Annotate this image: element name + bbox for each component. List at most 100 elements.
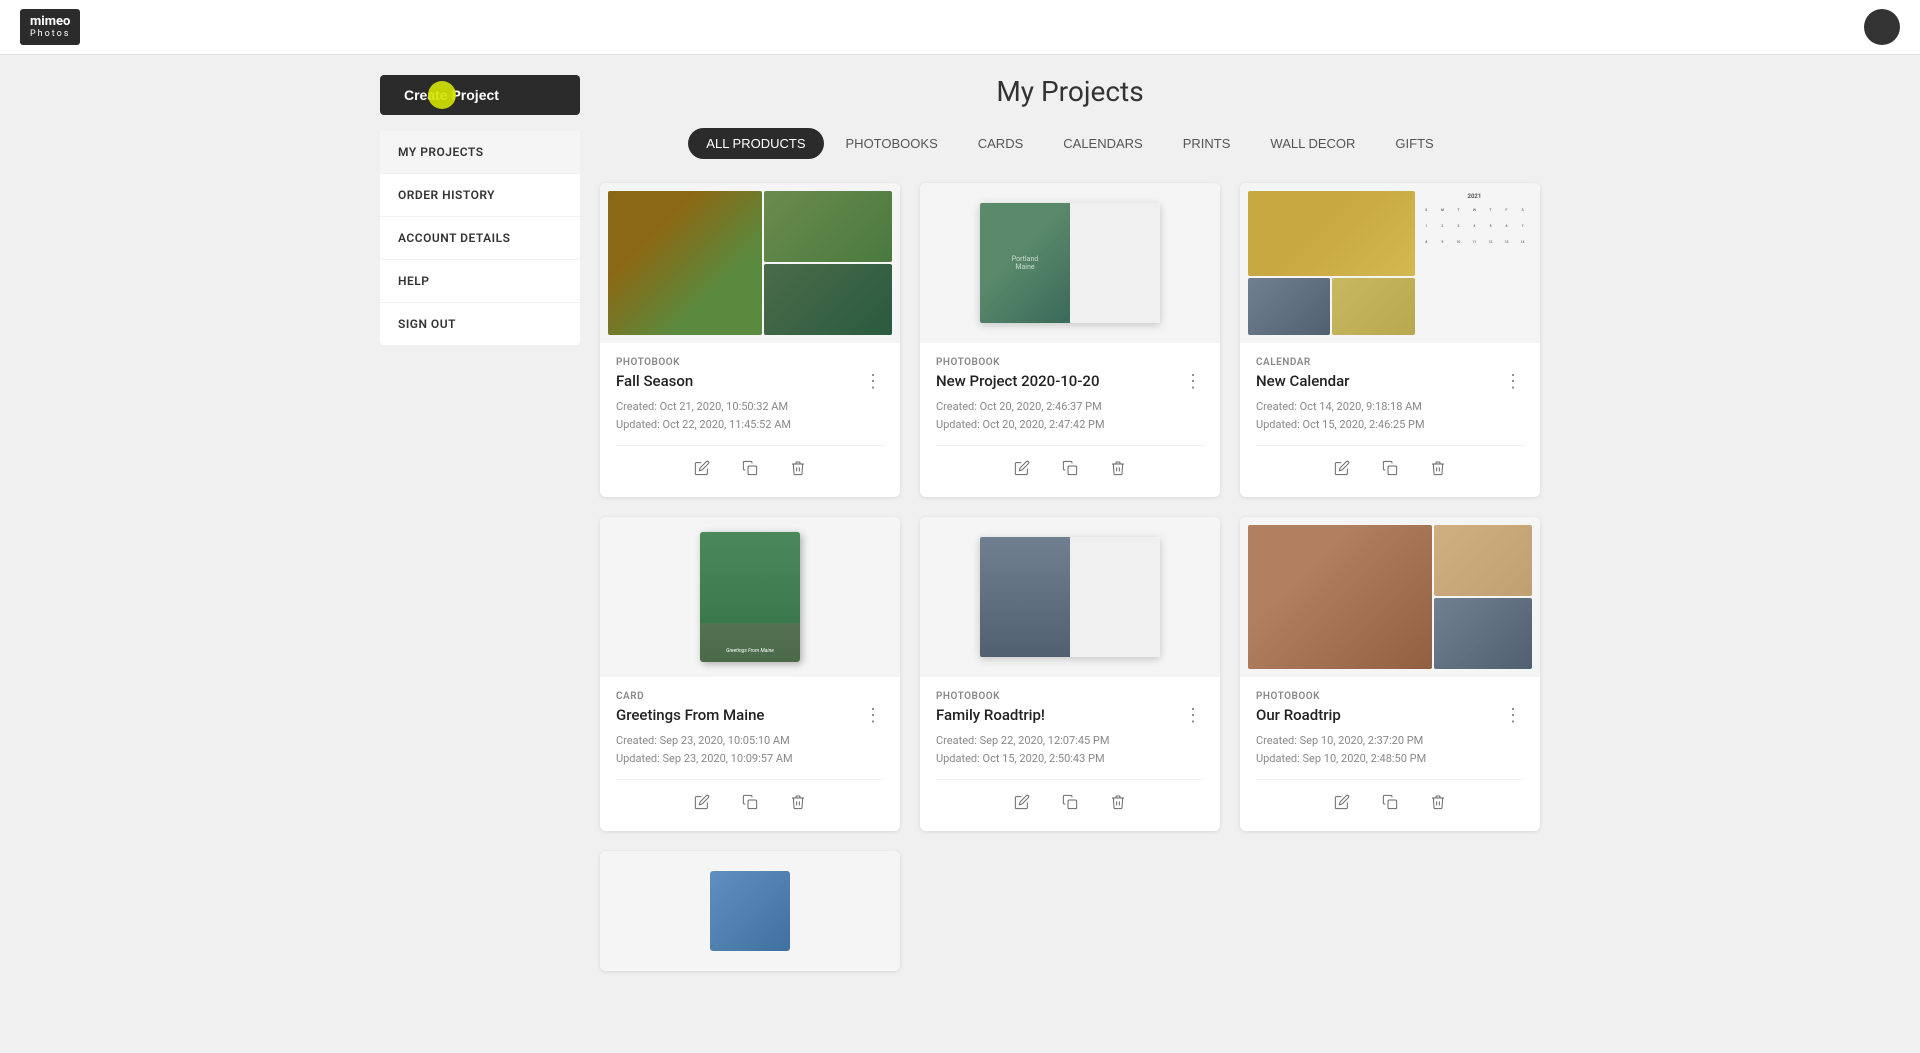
edit-button-fall[interactable] <box>690 456 714 483</box>
logo[interactable]: mimeo Photos <box>20 9 80 45</box>
project-dates-family-roadtrip: Created: Sep 22, 2020, 12:07:45 PM Updat… <box>936 732 1204 767</box>
copy-button-cal[interactable] <box>1378 456 1402 483</box>
projects-grid: PHOTOBOOK Fall Season ⋮ Created: Oct 21,… <box>600 183 1540 831</box>
delete-button-greeting[interactable] <box>786 790 810 817</box>
project-dates-new: Created: Oct 20, 2020, 2:46:37 PM Update… <box>936 398 1204 433</box>
calendar-photo-bottom-right <box>1332 278 1414 335</box>
sidebar-item-my-projects[interactable]: MY PROJECTS <box>380 131 580 174</box>
avatar[interactable] <box>1864 9 1900 45</box>
copy-button-family-roadtrip[interactable] <box>1058 790 1082 817</box>
project-name-cal: New Calendar <box>1256 372 1349 390</box>
calendar-image: 2021 S M T W T F S 1 2 3 <box>1240 183 1540 343</box>
tab-prints[interactable]: PRINTS <box>1165 128 1249 159</box>
card-meta-calendar: CALENDAR New Calendar ⋮ Created: Oct 14,… <box>1240 343 1540 497</box>
copy-button-new[interactable] <box>1058 456 1082 483</box>
card-image-our-roadtrip[interactable] <box>1240 517 1540 677</box>
edit-button-greeting[interactable] <box>690 790 714 817</box>
photobook-grid-fall <box>600 183 900 343</box>
updated-date-cal: Updated: Oct 15, 2020, 2:46:25 PM <box>1256 416 1524 434</box>
card-image-new-project[interactable]: PortlandMaine <box>920 183 1220 343</box>
updated-date-family-roadtrip: Updated: Oct 15, 2020, 2:50:43 PM <box>936 750 1204 768</box>
copy-button-greeting[interactable] <box>738 790 762 817</box>
book-label: PortlandMaine <box>1008 251 1043 275</box>
delete-button-family-roadtrip[interactable] <box>1106 790 1130 817</box>
card-image-family-roadtrip[interactable] <box>920 517 1220 677</box>
tab-cards[interactable]: CARDS <box>960 128 1042 159</box>
project-card-fall-season: PHOTOBOOK Fall Season ⋮ Created: Oct 21,… <box>600 183 900 497</box>
cal-cell-f: F <box>1499 202 1514 217</box>
greeting-card-display: Greetings From Maine <box>600 517 900 677</box>
our-roadtrip-main-image <box>1248 525 1432 669</box>
project-type-family-roadtrip: PHOTOBOOK <box>936 691 1204 702</box>
tab-gifts[interactable]: GIFTS <box>1377 128 1451 159</box>
copy-button-our-roadtrip[interactable] <box>1378 790 1402 817</box>
project-dates-greeting: Created: Sep 23, 2020, 10:05:10 AM Updat… <box>616 732 884 767</box>
project-card-new-calendar: 2021 S M T W T F S 1 2 3 <box>1240 183 1540 497</box>
created-date-greeting: Created: Sep 23, 2020, 10:05:10 AM <box>616 732 884 750</box>
more-options-fall[interactable]: ⋮ <box>862 372 884 390</box>
calendar-main-photo <box>1248 191 1415 276</box>
updated-date-new: Updated: Oct 20, 2020, 2:47:42 PM <box>936 416 1204 434</box>
road-book-display <box>920 517 1220 677</box>
card-name-row-new: New Project 2020-10-20 ⋮ <box>936 372 1204 390</box>
updated-date-greeting: Updated: Sep 23, 2020, 10:09:57 AM <box>616 750 884 768</box>
sidebar-item-sign-out[interactable]: SIGN OUT <box>380 303 580 345</box>
edit-button-new[interactable] <box>1010 456 1034 483</box>
sidebar-item-order-history[interactable]: ORDER HISTORY <box>380 174 580 217</box>
card-meta-greetings: CARD Greetings From Maine ⋮ Created: Sep… <box>600 677 900 831</box>
sidebar-item-account-details[interactable]: ACCOUNT DETAILS <box>380 217 580 260</box>
product-tabs: ALL PRODUCTS PHOTOBOOKS CARDS CALENDARS … <box>600 128 1540 159</box>
delete-button-fall[interactable] <box>786 456 810 483</box>
create-project-button[interactable]: Create Project <box>380 75 580 115</box>
cal-cell-t2: T <box>1483 202 1498 217</box>
book-open-image: PortlandMaine <box>920 183 1220 343</box>
sidebar-item-help[interactable]: HELP <box>380 260 580 303</box>
created-date-new: Created: Oct 20, 2020, 2:46:37 PM <box>936 398 1204 416</box>
card-image-greetings[interactable]: Greetings From Maine <box>600 517 900 677</box>
our-roadtrip-side-images <box>1434 525 1532 669</box>
tab-calendars[interactable]: CALENDARS <box>1045 128 1160 159</box>
edit-button-our-roadtrip[interactable] <box>1330 790 1354 817</box>
more-options-greeting[interactable]: ⋮ <box>862 706 884 724</box>
main-layout: Create Project MY PROJECTS ORDER HISTORY… <box>360 55 1560 991</box>
updated-date-fall: Updated: Oct 22, 2020, 11:45:52 AM <box>616 416 884 434</box>
more-options-new[interactable]: ⋮ <box>1182 372 1204 390</box>
our-roadtrip-side-1 <box>1434 525 1532 596</box>
delete-button-our-roadtrip[interactable] <box>1426 790 1450 817</box>
delete-button-new[interactable] <box>1106 456 1130 483</box>
card-actions-family-roadtrip <box>936 779 1204 817</box>
card-image-fall-season[interactable] <box>600 183 900 343</box>
tab-photobooks[interactable]: PHOTOBOOKS <box>828 128 956 159</box>
project-type-our-roadtrip: PHOTOBOOK <box>1256 691 1524 702</box>
tab-wall-decor[interactable]: WALL DECOR <box>1252 128 1373 159</box>
tab-all-products[interactable]: ALL PRODUCTS <box>688 128 823 159</box>
created-date-cal: Created: Oct 14, 2020, 9:18:18 AM <box>1256 398 1524 416</box>
more-options-family-roadtrip[interactable]: ⋮ <box>1182 706 1204 724</box>
card-actions-fall <box>616 445 884 483</box>
book-left-page: PortlandMaine <box>980 203 1070 323</box>
card-image-partial[interactable] <box>600 851 900 971</box>
project-dates-fall: Created: Oct 21, 2020, 10:50:32 AM Updat… <box>616 398 884 433</box>
card-name-row-greeting: Greetings From Maine ⋮ <box>616 706 884 724</box>
road-right-page <box>1070 537 1160 657</box>
more-options-our-roadtrip[interactable]: ⋮ <box>1502 706 1524 724</box>
edit-button-family-roadtrip[interactable] <box>1010 790 1034 817</box>
project-type-new: PHOTOBOOK <box>936 357 1204 368</box>
calendar-photo-bottom-left <box>1248 278 1330 335</box>
more-options-cal[interactable]: ⋮ <box>1502 372 1524 390</box>
partial-card-display <box>600 851 900 971</box>
book-spread: PortlandMaine <box>980 203 1160 323</box>
project-name-our-roadtrip: Our Roadtrip <box>1256 706 1341 724</box>
updated-date-our-roadtrip: Updated: Sep 10, 2020, 2:48:50 PM <box>1256 750 1524 768</box>
delete-button-cal[interactable] <box>1426 456 1450 483</box>
project-type-fall: PHOTOBOOK <box>616 357 884 368</box>
photobook-side-image-1 <box>764 191 892 262</box>
yellow-highlight <box>428 81 456 109</box>
logo-sub: Photos <box>30 29 70 39</box>
project-name-greeting: Greetings From Maine <box>616 706 764 724</box>
project-card-greetings-maine: Greetings From Maine CARD Greetings From… <box>600 517 900 831</box>
card-image-new-calendar[interactable]: 2021 S M T W T F S 1 2 3 <box>1240 183 1540 343</box>
road-spread <box>980 537 1160 657</box>
edit-button-cal[interactable] <box>1330 456 1354 483</box>
copy-button-fall[interactable] <box>738 456 762 483</box>
